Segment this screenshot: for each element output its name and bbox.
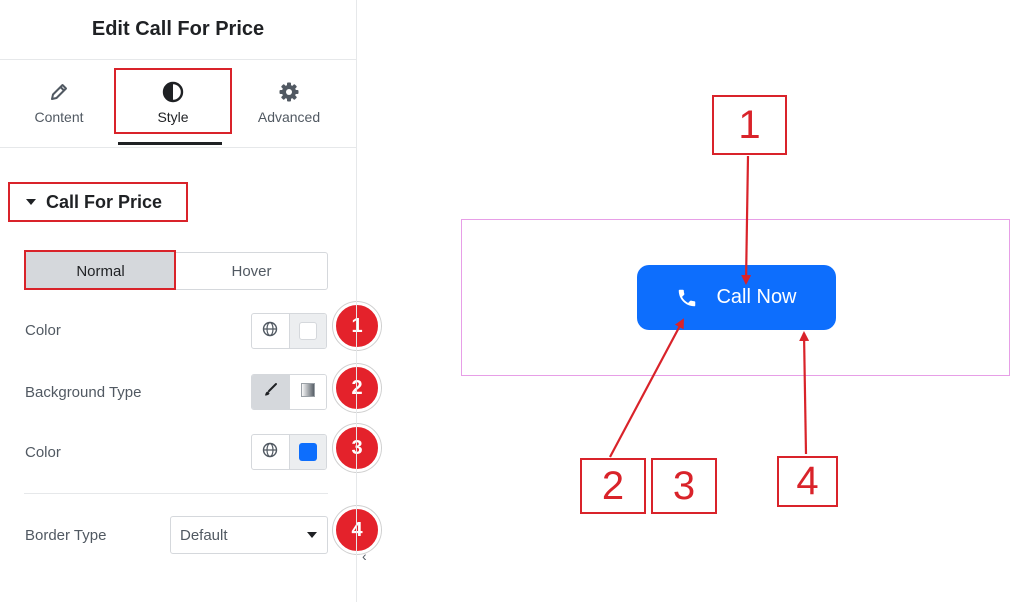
background-classic-button[interactable] (252, 375, 289, 409)
toggle-hover[interactable]: Hover (176, 253, 327, 289)
border-type-label: Border Type (25, 527, 107, 544)
state-toggle: Normal Hover (24, 252, 328, 290)
global-colors-button[interactable] (252, 314, 289, 348)
badge-4: 4 (333, 506, 381, 554)
panel-header: Edit Call For Price (0, 0, 356, 60)
background-color-label: Color (25, 444, 61, 461)
tab-advanced-label: Advanced (257, 109, 321, 125)
section-title: Call For Price (46, 191, 163, 212)
tab-content-label: Content (34, 109, 84, 125)
section-call-for-price[interactable]: Call For Price (8, 182, 188, 222)
callout-2: 2 (580, 458, 646, 514)
editor-panel: Edit Call For Price Content Style Advanc… (0, 0, 381, 602)
tab-content[interactable]: Content (0, 60, 118, 146)
call-now-button[interactable]: Call Now (637, 265, 836, 330)
global-colors-button-2[interactable] (252, 435, 289, 469)
border-type-select[interactable]: Default (170, 516, 328, 554)
text-color-picker[interactable] (288, 314, 326, 348)
badge-3: 3 (333, 424, 381, 472)
chevron-down-icon (307, 532, 317, 538)
callout-3: 3 (651, 458, 717, 514)
color-label: Color (25, 322, 61, 339)
active-tab-indicator (118, 142, 222, 145)
half-circle-icon (162, 81, 184, 103)
pencil-icon (48, 81, 70, 103)
call-now-label: Call Now (716, 286, 797, 308)
background-type-label: Background Type (25, 384, 142, 401)
callout-1: 1 (712, 95, 787, 155)
toggle-normal[interactable]: Normal (25, 253, 176, 289)
brush-icon (262, 382, 278, 403)
gradient-icon (300, 382, 315, 402)
background-gradient-button[interactable] (288, 375, 326, 409)
text-color-swatch (298, 322, 317, 340)
tab-style[interactable]: Style (114, 60, 232, 146)
text-color-control (251, 313, 327, 349)
collapse-panel-toggle[interactable]: ‹ (362, 548, 367, 564)
background-color-picker[interactable] (288, 435, 326, 469)
divider (24, 493, 328, 494)
background-color-swatch (298, 443, 317, 461)
globe-icon (262, 321, 278, 342)
background-color-control (251, 434, 327, 470)
badge-1: 1 (333, 302, 381, 350)
globe-icon (262, 442, 278, 463)
phone-icon (676, 287, 698, 309)
panel-edge (356, 0, 357, 602)
tab-advanced[interactable]: Advanced (230, 60, 348, 146)
tab-style-label: Style (157, 109, 189, 125)
border-type-value: Default (180, 526, 228, 544)
background-type-control (251, 374, 327, 410)
gear-icon (278, 81, 300, 103)
panel-title: Edit Call For Price (91, 18, 265, 40)
caret-down-icon (26, 199, 36, 205)
badge-2: 2 (333, 364, 381, 412)
callout-4: 4 (777, 456, 838, 507)
panel-tabs: Content Style Advanced (0, 60, 356, 148)
